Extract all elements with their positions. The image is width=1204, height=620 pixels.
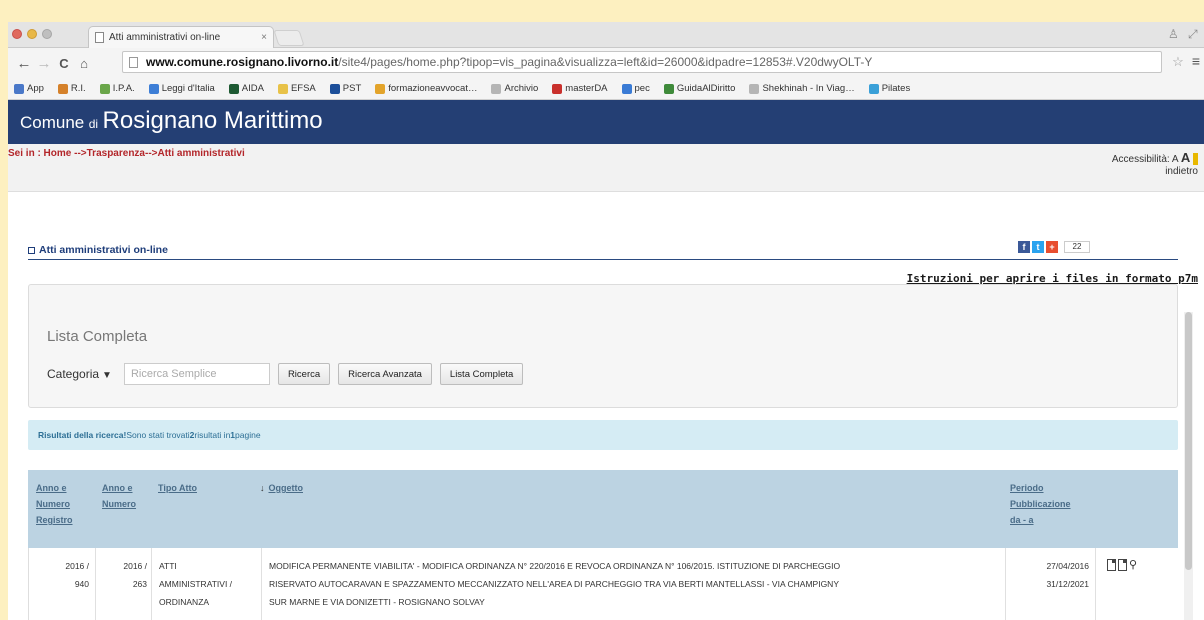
- bookmark-item[interactable]: EFSA: [277, 83, 316, 94]
- back-link[interactable]: indietro: [1165, 166, 1198, 177]
- sort-down-arrow-icon: ↓: [260, 483, 265, 493]
- bookmark-item[interactable]: Leggi d'Italia: [148, 83, 215, 94]
- row-actions: ⚲: [1107, 559, 1137, 571]
- results-summary: Risultati della ricerca! Sono stati trov…: [28, 420, 1178, 450]
- cell-periodo: 27/04/2016 31/12/2021: [1046, 561, 1089, 589]
- bookmark-icon: [148, 83, 159, 94]
- header-anno-numero[interactable]: Anno e Numero: [102, 480, 136, 512]
- new-tab-button[interactable]: [273, 30, 305, 46]
- search-button[interactable]: Ricerca: [277, 363, 331, 385]
- google-plus-share-icon[interactable]: +: [1046, 241, 1058, 253]
- breadcrumb[interactable]: Sei in : Home -->Trasparenza-->Atti ammi…: [8, 148, 245, 159]
- advanced-search-button[interactable]: Ricerca Avanzata: [338, 363, 432, 385]
- bookmark-item[interactable]: R.I.: [57, 83, 86, 94]
- bookmark-icon: [228, 83, 239, 94]
- bookmark-item[interactable]: I.P.A.: [99, 83, 135, 94]
- document-icon[interactable]: [1107, 559, 1116, 571]
- bookmark-item[interactable]: GuidaAlDiritto: [663, 83, 735, 94]
- bookmarks-bar: App R.I. I.P.A. Leggi d'Italia AIDA EFSA PST fo…: [8, 78, 1204, 100]
- page-icon: [95, 32, 104, 43]
- bookmark-item[interactable]: Pilates: [868, 83, 910, 94]
- magnifier-icon[interactable]: ⚲: [1129, 559, 1137, 571]
- search-panel-heading: Lista Completa: [47, 328, 148, 345]
- back-arrow-icon[interactable]: ←: [14, 55, 34, 72]
- simple-search-input[interactable]: [123, 363, 270, 385]
- search-panel: Lista Completa Categoria▼ Ricerca Ricerc…: [28, 284, 1178, 408]
- bookmark-item[interactable]: formazioneavvocat…: [375, 83, 477, 94]
- address-bar[interactable]: www.comune.rosignano.livorno.it /site4/p…: [122, 51, 1162, 73]
- font-large-button[interactable]: A: [1181, 150, 1190, 165]
- cell-registro: 2016 /940: [65, 561, 89, 589]
- menu-icon[interactable]: ≡: [1186, 53, 1204, 69]
- bookmark-icon: [277, 83, 288, 94]
- url-path: /site4/pages/home.php?tipop=vis_pagina&v…: [338, 55, 873, 69]
- accessibility-controls: Accessibilità: A A: [1112, 150, 1198, 166]
- results-table-header: Anno e Numero Registro Anno e Numero Tipo A…: [28, 470, 1178, 548]
- font-small-button[interactable]: A: [1172, 154, 1178, 165]
- reload-icon[interactable]: C: [54, 56, 74, 71]
- search-row: Categoria▼ Ricerca Ricerca Avanzata List…: [47, 363, 524, 385]
- bookmark-item[interactable]: Shekhinah - In Viag…: [749, 83, 855, 94]
- social-share: f t + 22: [1018, 241, 1090, 253]
- tab-title: Atti amministrativi on-line: [109, 32, 221, 43]
- bookmark-item[interactable]: masterDA: [552, 83, 608, 94]
- url-host: www.comune.rosignano.livorno.it: [146, 55, 339, 69]
- cell-numero: 2016 /263: [123, 561, 147, 589]
- cell-oggetto[interactable]: MODIFICA PERMANENTE VIABILITA' - MODIFIC…: [269, 557, 840, 611]
- document-signed-icon[interactable]: [1118, 559, 1127, 571]
- twitter-share-icon[interactable]: t: [1032, 241, 1044, 253]
- bookmark-item[interactable]: App: [14, 83, 44, 94]
- profile-icon[interactable]: ♙: [1168, 27, 1179, 41]
- contrast-icon[interactable]: [1193, 153, 1198, 166]
- browser-toolbar: ← → C ⌂ www.comune.rosignano.livorno.it …: [8, 48, 1204, 78]
- bookmark-icon: [749, 83, 760, 94]
- star-icon[interactable]: ☆: [1168, 54, 1188, 70]
- header-oggetto[interactable]: ↓ Oggetto: [260, 480, 303, 496]
- window-minimize-button[interactable]: [27, 29, 37, 39]
- bookmark-icon: [552, 83, 563, 94]
- bookmark-item[interactable]: AIDA: [228, 83, 264, 94]
- page-icon: [129, 56, 138, 68]
- site-title: Comune di Rosignano Marittimo: [20, 107, 323, 134]
- header-periodo-pubblicazione[interactable]: Periodo Pubblicazione da - a: [1010, 480, 1071, 528]
- tab-close-icon[interactable]: ×: [261, 32, 267, 43]
- facebook-share-icon[interactable]: f: [1018, 241, 1030, 253]
- header-anno-numero-registro[interactable]: Anno e Numero Registro: [36, 480, 73, 528]
- bookmark-icon: [375, 83, 386, 94]
- bookmark-icon: [57, 83, 68, 94]
- full-list-button[interactable]: Lista Completa: [439, 363, 524, 385]
- square-bullet-icon: [28, 246, 35, 254]
- bookmark-item[interactable]: Archivio: [491, 83, 538, 94]
- browser-window: Atti amministrativi on-line × ♙ ⤢ ← → C …: [8, 22, 1204, 620]
- chevron-down-icon: ▼: [102, 370, 112, 381]
- cell-tipo-atto: ATTI AMMINISTRATIVI / ORDINANZA: [159, 561, 233, 607]
- category-dropdown[interactable]: Categoria ▼: [47, 367, 112, 381]
- section-title: Atti amministrativi on-line: [28, 244, 168, 256]
- bookmark-icon: [491, 83, 502, 94]
- bookmark-icon: [621, 83, 632, 94]
- forward-arrow-icon[interactable]: →: [34, 55, 54, 72]
- title-divider: [28, 259, 1178, 260]
- bookmark-icon: [329, 83, 340, 94]
- bookmark-item[interactable]: pec: [621, 83, 650, 94]
- scrollbar-thumb[interactable]: [1185, 312, 1192, 570]
- home-icon[interactable]: ⌂: [74, 56, 94, 71]
- bookmark-icon: [868, 83, 879, 94]
- fullscreen-icon[interactable]: ⤢: [1188, 27, 1198, 42]
- window-maximize-button[interactable]: [42, 29, 52, 39]
- site-header: Comune di Rosignano Marittimo: [8, 100, 1204, 144]
- breadcrumb-bar: Sei in : Home -->Trasparenza-->Atti ammi…: [8, 144, 1204, 192]
- tab-bar: Atti amministrativi on-line × ♙ ⤢: [8, 22, 1204, 48]
- bookmark-icon: [99, 83, 110, 94]
- bookmark-item[interactable]: PST: [329, 83, 361, 94]
- browser-tab-active[interactable]: Atti amministrativi on-line ×: [88, 26, 274, 48]
- results-table-body: 2016 /940 2016 /263 ATTI AMMINISTRATIVI /…: [28, 548, 1178, 620]
- bookmark-icon: [663, 83, 674, 94]
- header-tipo-atto[interactable]: Tipo Atto: [158, 480, 197, 496]
- page-scrollbar[interactable]: [1184, 312, 1193, 620]
- share-count: 22: [1064, 241, 1090, 253]
- bookmark-icon: [14, 83, 24, 94]
- window-close-button[interactable]: [12, 29, 22, 39]
